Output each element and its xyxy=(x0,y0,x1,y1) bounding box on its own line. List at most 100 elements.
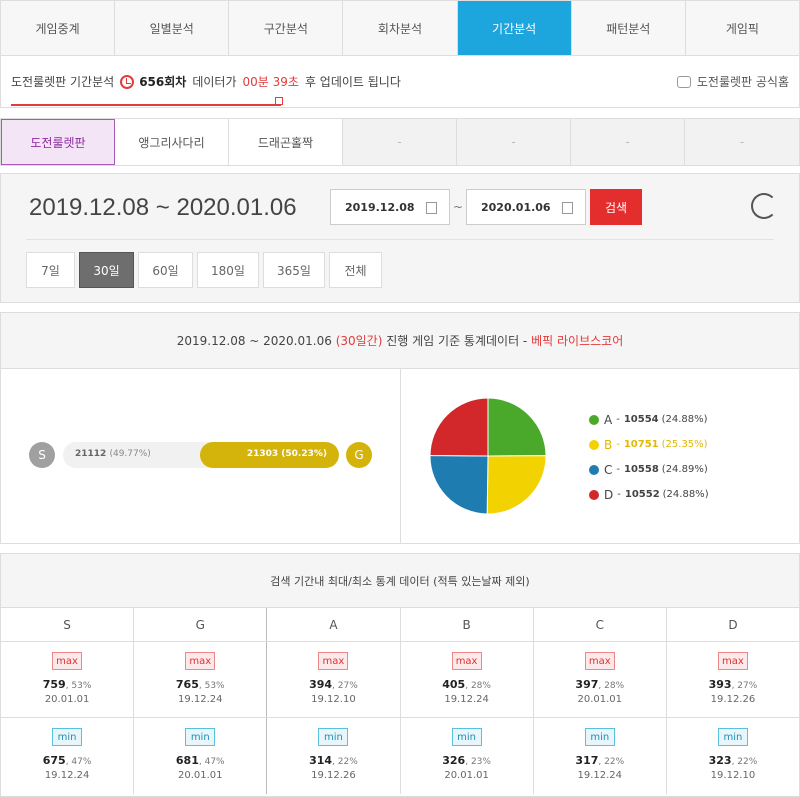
official-home-link[interactable]: 도전룰렛판 공식홈 xyxy=(676,73,789,90)
legend-letter: D xyxy=(604,487,614,502)
calendar-icon[interactable] xyxy=(562,202,573,214)
max-badge: max xyxy=(584,652,615,670)
max-badge: max xyxy=(451,652,482,670)
legend-letter: A xyxy=(604,412,613,427)
tab-game-live[interactable]: 게임중계 xyxy=(1,1,116,55)
legend-value: 10751 xyxy=(623,439,659,450)
stats-days: (30일간) xyxy=(335,334,383,348)
end-date-field[interactable]: 2020.01.06 xyxy=(466,189,586,225)
period-365d-button[interactable]: 365일 xyxy=(263,252,325,288)
max-date: 19.12.10 xyxy=(311,694,356,705)
max-cell: max 397, 28% 20.01.01 xyxy=(534,642,667,717)
period-30d-button[interactable]: 30일 xyxy=(79,252,134,288)
min-date: 19.12.10 xyxy=(710,770,756,781)
legend-dash: - xyxy=(616,414,620,425)
tab-daily-analysis[interactable]: 일별분석 xyxy=(115,1,230,55)
pie-slice-d xyxy=(429,397,489,457)
min-value: 681, 47% xyxy=(175,754,225,767)
min-badge: min xyxy=(318,728,349,746)
max-row: max 759, 53% 20.01.01 max 765, 53% 19.12.24 … xyxy=(1,642,799,718)
min-cell: min 326, 23% 20.01.01 xyxy=(401,718,534,794)
min-badge: min xyxy=(185,728,216,746)
legend-item-b: B - 10751 (25.35%) xyxy=(589,432,709,457)
max-value: 759, 53% xyxy=(42,678,92,691)
start-date-field[interactable]: 2019.12.08 xyxy=(330,189,450,225)
legend-letter: C xyxy=(604,462,613,477)
game-tab-empty: - xyxy=(685,119,799,165)
column-header: C xyxy=(534,608,667,641)
max-cell: max 759, 53% 20.01.01 xyxy=(1,642,135,717)
end-date-value: 2020.01.06 xyxy=(481,200,551,214)
legend-value: 10558 xyxy=(624,464,659,475)
legend-item-d: D - 10552 (24.88%) xyxy=(589,482,709,507)
max-cell: max 405, 28% 19.12.24 xyxy=(401,642,534,717)
tab-period-analysis[interactable]: 기간분석 xyxy=(457,1,572,55)
min-value: 675, 47% xyxy=(42,754,92,767)
stats-range: 2019.12.08 ~ 2020.01.06 xyxy=(176,333,332,348)
game-tab-dragon-odd-even[interactable]: 드래곤홀짝 xyxy=(229,119,343,165)
column-header: G xyxy=(134,608,268,641)
max-cell: max 765, 53% 19.12.24 xyxy=(134,642,268,717)
game-tabs: 도전룰렛판 앵그리사다리 드래곤홀짝 - - - - xyxy=(0,118,800,166)
abcd-section: A - 10554 (24.88%) B - 10751 (25.35%) C … xyxy=(401,369,799,543)
top-nav-tabs: 게임중계 일별분석 구간분석 회차분석 기간분석 패턴분석 게임픽 xyxy=(0,0,800,56)
column-header: A xyxy=(267,608,401,641)
stats-header: 2019.12.08 ~ 2020.01.06 (30일간) 진행 게임 기준 … xyxy=(1,313,799,369)
min-cell: min 314, 22% 19.12.26 xyxy=(267,718,401,794)
period-60d-button[interactable]: 60일 xyxy=(138,252,193,288)
column-header: S xyxy=(1,608,135,641)
legend-value: 10552 xyxy=(624,489,660,500)
info-prefix: 도전룰렛판 기간분석 xyxy=(11,75,115,89)
minmax-table-panel: 검색 기간내 최대/최소 통계 데이터 (적특 있는날짜 제외) S G A B… xyxy=(0,553,800,797)
max-value: 397, 28% xyxy=(575,678,625,691)
tab-game-pick[interactable]: 게임픽 xyxy=(686,1,799,55)
tab-pattern-analysis[interactable]: 패턴분석 xyxy=(572,1,686,55)
table-column-headers: S G A B C D xyxy=(1,608,799,642)
legend-dot xyxy=(589,414,599,425)
s-badge: S xyxy=(29,442,55,468)
game-tab-empty: - xyxy=(457,119,571,165)
s-pct: (49.77%) xyxy=(109,449,151,459)
min-badge: min xyxy=(584,728,615,746)
period-180d-button[interactable]: 180일 xyxy=(197,252,259,288)
min-date: 19.12.24 xyxy=(577,770,623,781)
calendar-icon[interactable] xyxy=(426,202,437,214)
max-badge: max xyxy=(717,652,748,670)
abcd-pie-chart xyxy=(429,397,547,515)
period-7d-button[interactable]: 7일 xyxy=(26,252,75,288)
legend-dot xyxy=(589,489,599,500)
max-value: 765, 53% xyxy=(175,678,225,691)
max-date: 19.12.26 xyxy=(710,694,756,705)
game-tab-roulette[interactable]: 도전룰렛판 xyxy=(1,119,115,165)
period-all-button[interactable]: 전체 xyxy=(329,252,382,288)
start-date-value: 2019.12.08 xyxy=(345,200,415,214)
game-tab-empty: - xyxy=(571,119,685,165)
min-cell: min 681, 47% 20.01.01 xyxy=(134,718,268,794)
legend-pct: (24.88%) xyxy=(662,489,709,500)
date-range-title: 2019.12.08 ~ 2020.01.06 xyxy=(29,194,297,221)
pie-slice-a xyxy=(487,397,547,457)
info-middle: 데이터가 xyxy=(192,75,237,89)
max-date: 19.12.24 xyxy=(177,694,223,705)
search-button[interactable]: 검색 xyxy=(590,189,642,225)
game-tab-angry-ladder[interactable]: 앵그리사다리 xyxy=(115,119,229,165)
column-header: B xyxy=(401,608,534,641)
min-cell: min 675, 47% 19.12.24 xyxy=(1,718,135,794)
pie-slice-b xyxy=(486,455,547,515)
home-logo-icon xyxy=(676,75,691,88)
g-count: 21303 (50.23%) xyxy=(247,449,327,459)
refresh-icon[interactable] xyxy=(751,193,777,219)
legend-item-a: A - 10554 (24.88%) xyxy=(589,407,709,432)
clock-icon xyxy=(120,74,135,89)
min-cell: min 323, 22% 19.12.10 xyxy=(667,718,799,794)
legend-item-c: C - 10558 (24.89%) xyxy=(589,457,709,482)
tab-round-analysis[interactable]: 회차분석 xyxy=(343,1,458,55)
info-suffix: 후 업데이트 됩니다 xyxy=(304,75,401,89)
stats-source: 베픽 라이브스코어 xyxy=(531,334,624,348)
min-date: 20.01.01 xyxy=(444,770,489,781)
countdown: 00분 39초 xyxy=(242,75,299,89)
game-tab-empty: - xyxy=(343,119,457,165)
tab-range-analysis[interactable]: 구간분석 xyxy=(229,1,344,55)
legend-letter: B xyxy=(604,437,613,452)
min-value: 317, 22% xyxy=(575,754,625,767)
